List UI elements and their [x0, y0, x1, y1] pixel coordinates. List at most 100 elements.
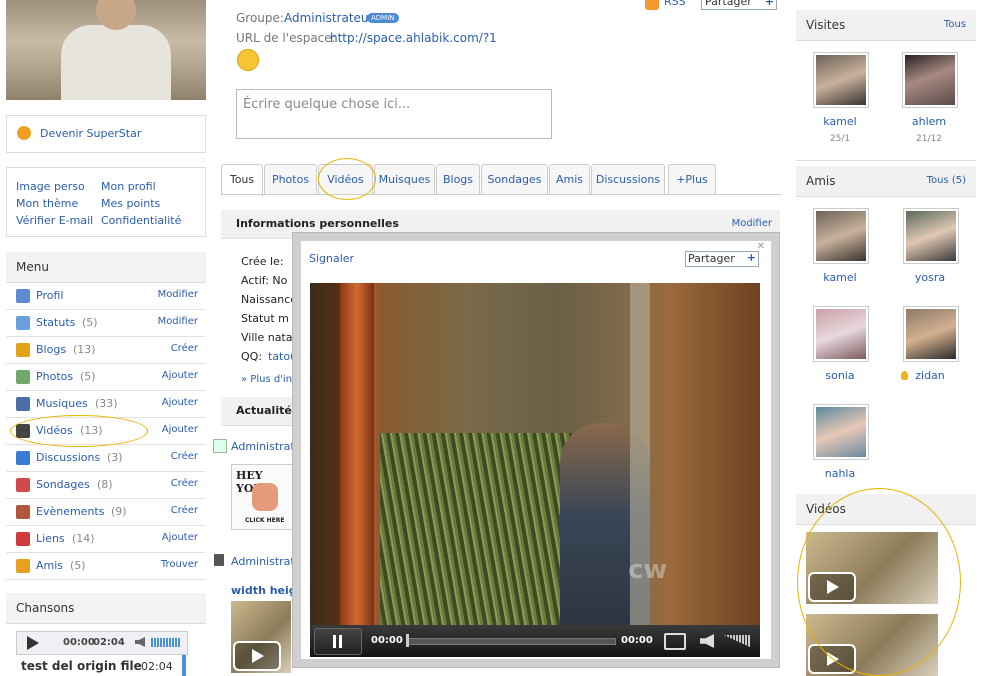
menu-item-label[interactable]: Musiques [36, 397, 88, 410]
mes-points-link[interactable]: Mes points [101, 197, 160, 210]
tab-5[interactable]: Sondages [481, 164, 548, 195]
menu-item-statuts[interactable]: Statuts (5) Modifier [6, 310, 206, 337]
menu-item-amis[interactable]: Amis (5) Trouver [6, 553, 206, 580]
rss-icon[interactable] [645, 0, 659, 10]
menu-item-action[interactable]: Ajouter [162, 397, 198, 408]
menu-item-label[interactable]: Evènements [36, 505, 104, 518]
visits-header: Visites Tous [796, 10, 976, 41]
visitor-name[interactable]: kamel [800, 115, 880, 128]
menu-item-action[interactable]: Modifier [158, 289, 198, 300]
menu-item-evènements[interactable]: Evènements (9) Créer [6, 499, 206, 526]
menu-item-action[interactable]: Ajouter [162, 370, 198, 381]
player-volume-bar[interactable] [151, 638, 181, 647]
friend-name[interactable]: nahla [800, 467, 880, 480]
menu-item-label[interactable]: Liens [36, 532, 65, 545]
mood-smiley-icon[interactable] [237, 49, 259, 71]
mon-profil-link[interactable]: Mon profil [101, 180, 156, 193]
tab-3[interactable]: Muisques [374, 164, 435, 195]
friend-avatar[interactable] [813, 404, 869, 460]
player-play-icon[interactable] [27, 636, 39, 650]
menu-item-label[interactable]: Discussions [36, 451, 100, 464]
menu-item-discussions[interactable]: Discussions (3) Créer [6, 445, 206, 472]
video-volume-icon[interactable] [700, 634, 714, 648]
privacy-link[interactable]: Confidentialité [101, 214, 181, 227]
friend-avatar[interactable] [813, 208, 869, 264]
player-volume-icon[interactable] [135, 637, 145, 647]
menu-item-count: (13) [80, 424, 103, 437]
status-composer[interactable]: Écrire quelque chose ici... [236, 89, 552, 139]
tab-2[interactable]: Vidéos [318, 164, 373, 195]
tab-7[interactable]: Discussions [591, 164, 665, 195]
menu-item-musiques[interactable]: Musiques (33) Ajouter [6, 391, 206, 418]
share-top-button[interactable]: Partager + [701, 0, 777, 10]
visits-all-link[interactable]: Tous [944, 19, 966, 30]
profile-photo[interactable] [6, 0, 206, 100]
mon-theme-link[interactable]: Mon thème [16, 197, 78, 210]
video-seek-handle[interactable] [406, 634, 409, 647]
song-scrollbar[interactable] [182, 655, 186, 676]
report-link[interactable]: Signaler [309, 252, 354, 265]
menu-item-label[interactable]: Vidéos [36, 424, 73, 437]
friend-photo [906, 309, 956, 359]
menu-item-label[interactable]: Photos [36, 370, 73, 383]
menu-item-label[interactable]: Blogs [36, 343, 66, 356]
tab-8[interactable]: +Plus [668, 164, 716, 195]
tab-6[interactable]: Amis [549, 164, 590, 195]
menu-item-blogs[interactable]: Blogs (13) Créer [6, 337, 206, 364]
menu-item-sondages[interactable]: Sondages (8) Créer [6, 472, 206, 499]
tab-0[interactable]: Tous [221, 164, 263, 196]
menu-item-label[interactable]: Amis [36, 559, 63, 572]
info-edit-link[interactable]: Modifier [732, 218, 772, 229]
menu-item-action[interactable]: Ajouter [162, 424, 198, 435]
friend-name[interactable]: sonia [800, 369, 880, 382]
menu-item-action[interactable]: Ajouter [162, 532, 198, 543]
tab-4[interactable]: Blogs [436, 164, 480, 195]
visitor-avatar[interactable] [902, 52, 958, 108]
news-author-link[interactable]: Administrate [231, 440, 302, 453]
visitor-avatar[interactable] [813, 52, 869, 108]
friend-avatar[interactable] [813, 306, 869, 362]
menu-item-action[interactable]: Créer [171, 343, 198, 354]
menu-item-label[interactable]: Sondages [36, 478, 90, 491]
sidebar-video-thumb-1[interactable] [806, 532, 938, 604]
menu-item-action[interactable]: Créer [171, 451, 198, 462]
modal-share-button[interactable]: Partager + [685, 251, 759, 267]
menu-item-photos[interactable]: Photos (5) Ajouter [6, 364, 206, 391]
modal-share-label: Partager [688, 252, 735, 265]
image-perso-link[interactable]: Image perso [16, 180, 85, 193]
menu-item-action[interactable]: Trouver [161, 559, 198, 570]
friends-all-link[interactable]: Tous (5) [927, 175, 966, 186]
friend-avatar[interactable] [903, 208, 959, 264]
sidebar-video-thumb-2[interactable] [806, 614, 938, 676]
friend-name[interactable]: kamel [800, 271, 880, 284]
song-title[interactable]: test del origin file [21, 659, 142, 673]
menu-item-action[interactable]: Créer [171, 478, 198, 489]
space-url-link[interactable]: http://space.ahlabik.com/?1 [330, 31, 497, 45]
blog-icon [16, 343, 30, 357]
video-pause-button[interactable] [314, 628, 362, 655]
news-video-thumbnail[interactable] [231, 601, 291, 673]
verify-email-link[interactable]: Vérifier E-mail [16, 214, 93, 227]
video-volume-bars[interactable] [724, 635, 750, 647]
menu-item-label[interactable]: Profil [36, 289, 63, 302]
rss-link[interactable]: RSS [664, 0, 686, 8]
menu-item-label[interactable]: Statuts [36, 316, 75, 329]
menu-item-action[interactable]: Modifier [158, 316, 198, 327]
tab-1[interactable]: Photos [264, 164, 317, 195]
menu-item-action[interactable]: Créer [171, 505, 198, 516]
menu-item-vidéos[interactable]: Vidéos (13) Ajouter [6, 418, 206, 445]
menu-item-profil[interactable]: Profil Modifier [6, 283, 206, 310]
fullscreen-icon[interactable] [664, 633, 686, 650]
friend-avatar[interactable] [903, 306, 959, 362]
link-hearts-icon [16, 532, 30, 546]
visitor-name[interactable]: ahlem [889, 115, 969, 128]
more-info-link[interactable]: » Plus d'inf [241, 374, 296, 385]
ad-banner[interactable]: HEY YOU CLICK HERE [231, 464, 293, 530]
news-author2-link[interactable]: Administrate [231, 555, 302, 568]
group-value-link[interactable]: Administrateur [284, 11, 373, 25]
video-frame[interactable]: cw [310, 283, 760, 625]
menu-item-liens[interactable]: Liens (14) Ajouter [6, 526, 206, 553]
become-superstar-link[interactable]: Devenir SuperStar [40, 127, 141, 140]
video-seek-bar[interactable] [407, 638, 616, 645]
friend-name[interactable]: yosra [890, 271, 970, 284]
